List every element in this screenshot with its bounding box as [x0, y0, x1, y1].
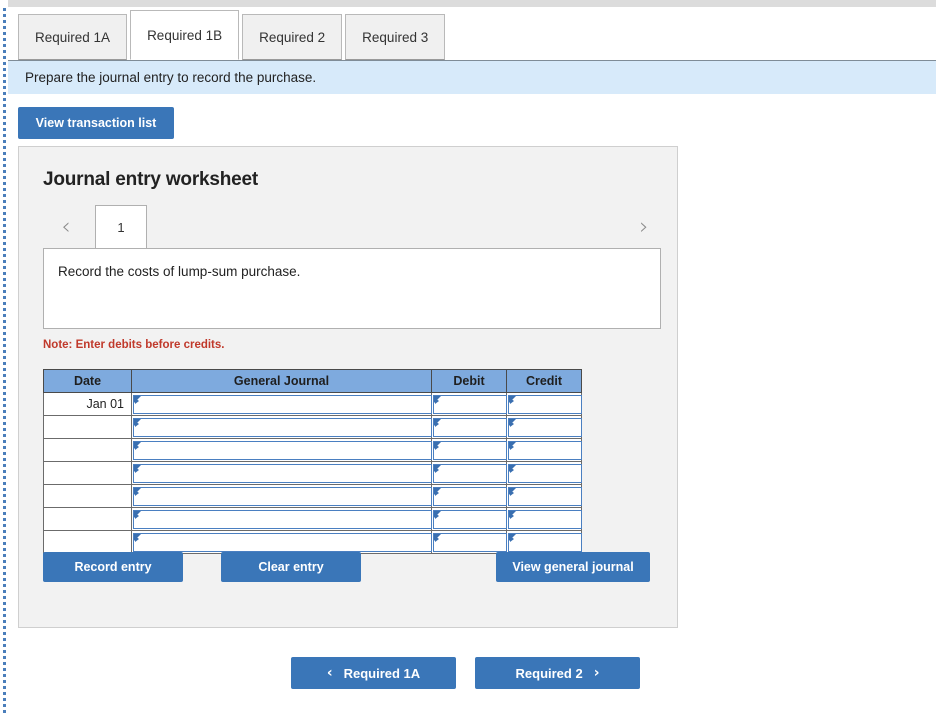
debit-input[interactable] [433, 486, 507, 506]
date-cell[interactable] [43, 438, 132, 462]
credit-cell [506, 507, 582, 531]
tab-label: Required 1A [35, 29, 111, 45]
page-number-label: 1 [117, 220, 125, 235]
general-journal-cell [131, 461, 432, 485]
general-journal-cell [131, 438, 432, 462]
worksheet-description-text: Record the costs of lump-sum purchase. [58, 264, 301, 279]
tab-required-2[interactable]: Required 2 [242, 14, 343, 60]
next-requirement-label: Required 2 [515, 665, 583, 681]
view-general-journal-button[interactable]: View general journal [496, 552, 650, 582]
general-journal-cell [131, 392, 432, 416]
previous-requirement-label: Required 1A [343, 665, 421, 681]
worksheet-pager: ‹ 1 › [37, 205, 661, 249]
next-requirement-button[interactable]: Required 2 › [475, 657, 640, 689]
date-cell[interactable] [43, 484, 132, 508]
left-dotted-rail [3, 8, 6, 716]
worksheet-page-tab-1[interactable]: 1 [95, 205, 147, 249]
right-gutter [936, 0, 945, 716]
debit-input[interactable] [433, 394, 507, 414]
general-journal-input[interactable] [133, 440, 432, 460]
view-transaction-list-button[interactable]: View transaction list [18, 107, 174, 139]
table-row [43, 415, 582, 439]
table-header-row: Date General Journal Debit Credit [43, 369, 582, 393]
credit-cell [506, 461, 582, 485]
journal-entry-worksheet-panel: Journal entry worksheet ‹ 1 › Record the… [18, 146, 678, 628]
credit-cell [506, 415, 582, 439]
credit-cell [506, 438, 582, 462]
tab-required-3[interactable]: Required 3 [345, 14, 446, 60]
general-journal-cell [131, 507, 432, 531]
debit-input[interactable] [433, 463, 507, 483]
credit-cell [506, 530, 582, 554]
date-cell[interactable] [43, 530, 132, 554]
record-entry-button[interactable]: Record entry [43, 552, 183, 582]
date-cell[interactable] [43, 415, 132, 439]
debit-cell [431, 507, 507, 531]
debits-before-credits-note: Note: Enter debits before credits. [43, 339, 225, 351]
requirement-tabs: Required 1A Required 1B Required 2 Requi… [18, 10, 448, 60]
clear-entry-button[interactable]: Clear entry [221, 552, 361, 582]
debit-input[interactable] [433, 440, 507, 460]
debit-cell [431, 392, 507, 416]
table-row [43, 530, 582, 554]
column-header-debit: Debit [431, 369, 507, 393]
debit-cell [431, 461, 507, 485]
general-journal-cell [131, 484, 432, 508]
column-header-general-journal: General Journal [131, 369, 432, 393]
date-cell[interactable] [43, 507, 132, 531]
tab-label: Required 1B [147, 27, 223, 43]
general-journal-input[interactable] [133, 394, 432, 414]
credit-input[interactable] [508, 394, 582, 414]
tab-required-1b[interactable]: Required 1B [130, 10, 240, 60]
general-journal-input[interactable] [133, 509, 432, 529]
date-cell[interactable] [43, 461, 132, 485]
column-header-date: Date [43, 369, 132, 393]
credit-input[interactable] [508, 532, 582, 552]
credit-input[interactable] [508, 417, 582, 437]
date-cell[interactable]: Jan 01 [43, 392, 132, 416]
chevron-right-icon: › [593, 665, 600, 681]
table-row: Jan 01 [43, 392, 582, 416]
instruction-banner: Prepare the journal entry to record the … [8, 60, 936, 94]
chevron-left-icon[interactable]: ‹ [53, 213, 79, 241]
debit-input[interactable] [433, 532, 507, 552]
table-row [43, 461, 582, 485]
general-journal-input[interactable] [133, 486, 432, 506]
column-header-credit: Credit [506, 369, 582, 393]
debit-input[interactable] [433, 509, 507, 529]
tab-label: Required 3 [362, 29, 429, 45]
journal-entry-table: Date General Journal Debit Credit Jan 01 [43, 369, 582, 554]
chevron-right-icon[interactable]: › [631, 213, 657, 241]
credit-cell [506, 484, 582, 508]
credit-input[interactable] [508, 486, 582, 506]
credit-input[interactable] [508, 440, 582, 460]
tab-required-1a[interactable]: Required 1A [18, 14, 128, 60]
tab-label: Required 2 [259, 29, 326, 45]
worksheet-description: Record the costs of lump-sum purchase. [43, 248, 661, 329]
previous-requirement-button[interactable]: ‹ Required 1A [291, 657, 456, 689]
credit-input[interactable] [508, 509, 582, 529]
table-row [43, 438, 582, 462]
credit-cell [506, 392, 582, 416]
chevron-left-icon: ‹ [326, 665, 333, 681]
general-journal-cell [131, 415, 432, 439]
general-journal-cell [131, 530, 432, 554]
debit-cell [431, 530, 507, 554]
table-row [43, 507, 582, 531]
page-title: Journal entry worksheet [43, 169, 259, 190]
debit-cell [431, 484, 507, 508]
general-journal-input[interactable] [133, 417, 432, 437]
general-journal-input[interactable] [133, 463, 432, 483]
table-row [43, 484, 582, 508]
debit-cell [431, 415, 507, 439]
debit-input[interactable] [433, 417, 507, 437]
general-journal-input[interactable] [133, 532, 432, 552]
window-top-strip [8, 0, 936, 7]
debit-cell [431, 438, 507, 462]
instruction-text: Prepare the journal entry to record the … [25, 70, 317, 85]
credit-input[interactable] [508, 463, 582, 483]
